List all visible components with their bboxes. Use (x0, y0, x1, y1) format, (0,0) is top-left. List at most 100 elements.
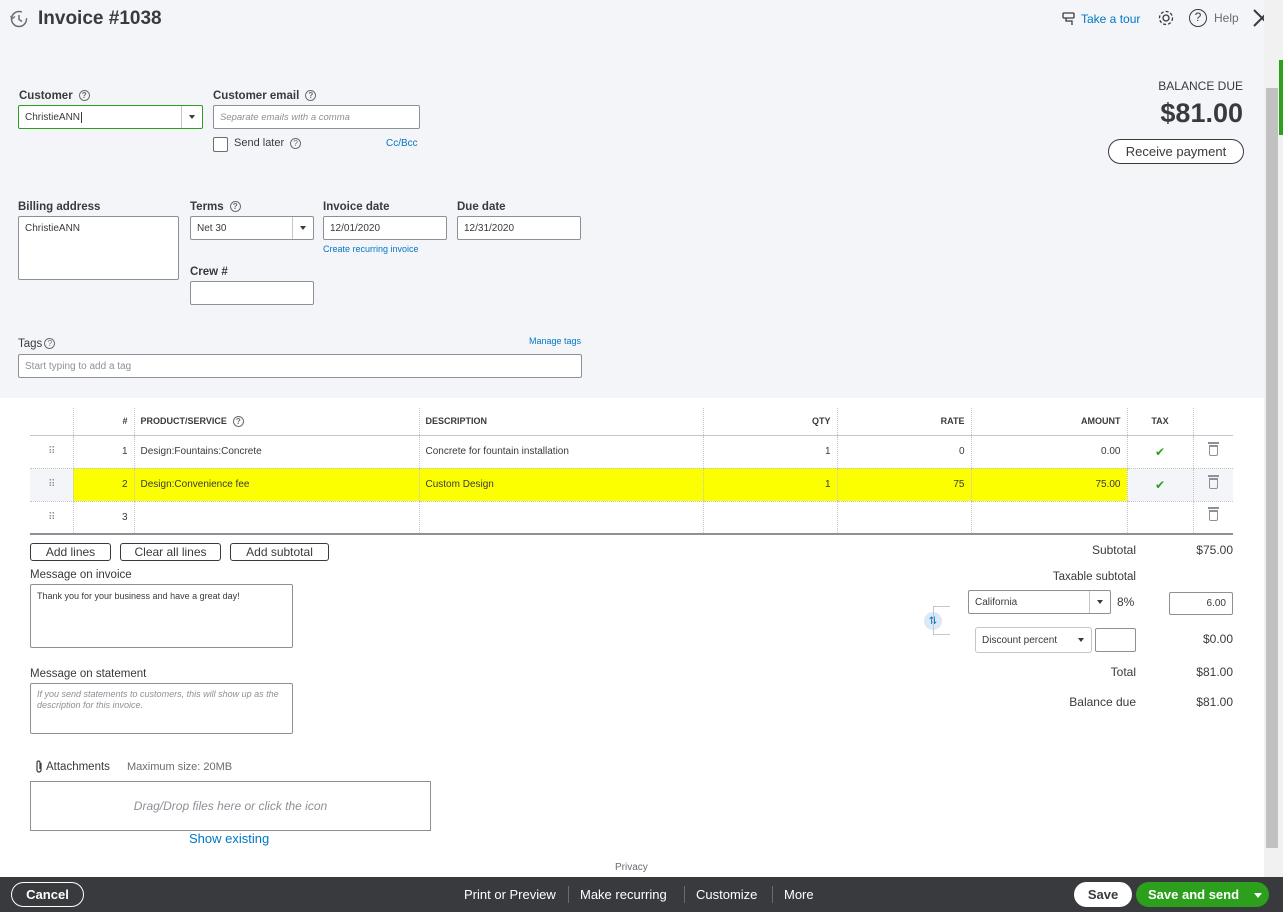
drag-handle-icon[interactable]: ⠿ (30, 435, 73, 469)
scrollbar-thumb[interactable] (1266, 88, 1278, 848)
paperclip-icon (34, 760, 44, 774)
chevron-down-icon[interactable] (1070, 628, 1091, 652)
save-and-send-button[interactable]: Save and send (1136, 882, 1269, 907)
print-preview-button[interactable]: Print or Preview (464, 877, 556, 912)
save-label: Save (1087, 887, 1119, 902)
help-icon[interactable]: ? (1189, 9, 1207, 27)
scroll-green-marker (1279, 60, 1283, 135)
qty-cell[interactable]: 1 (702, 468, 837, 502)
invoice-date-field[interactable]: 12/01/2020 (323, 216, 447, 240)
make-recurring-button[interactable]: Make recurring (580, 877, 667, 912)
rate-cell[interactable]: 75 (836, 468, 971, 502)
qty-cell[interactable]: 1 (702, 435, 837, 469)
tax-rate: 8% (1117, 595, 1135, 609)
chevron-down-icon[interactable] (181, 106, 202, 128)
separator (684, 886, 685, 903)
product-cell[interactable]: Design:Convenience fee (133, 468, 419, 502)
amount-cell[interactable]: 75.00 (970, 468, 1127, 502)
customize-button[interactable]: Customize (696, 877, 757, 912)
customer-email-field[interactable]: Separate emails with a comma (213, 105, 420, 129)
drag-handle-icon[interactable]: ⠿ (30, 468, 73, 502)
customer-value: ChristieANN (25, 111, 81, 123)
amount-cell[interactable] (970, 501, 1127, 535)
table-row[interactable]: ⠿ 3 (30, 501, 1233, 535)
chevron-down-icon[interactable] (1254, 893, 1262, 898)
tax-region-select[interactable]: California (968, 590, 1111, 614)
more-button[interactable]: More (784, 877, 814, 912)
tags-placeholder: Start typing to add a tag (25, 360, 132, 372)
tags-label-text: Tags (18, 338, 43, 350)
checkmark-icon: ✔ (1154, 444, 1166, 459)
clear-all-lines-button[interactable]: Clear all lines (120, 543, 221, 561)
create-recurring-link[interactable]: Create recurring invoice (323, 244, 419, 254)
discount-value-field[interactable] (1095, 628, 1136, 652)
attachments-label: Attachments (46, 761, 110, 773)
billing-address-field[interactable]: ChristieANN (18, 216, 179, 280)
total-value: $81.00 (1196, 665, 1233, 679)
due-date-field[interactable]: 12/31/2020 (457, 216, 581, 240)
help-icon[interactable]: ? (305, 90, 317, 102)
receive-payment-button[interactable]: Receive payment (1108, 139, 1244, 164)
customer-email-label: Customer email? (213, 90, 317, 102)
gear-icon[interactable] (1157, 9, 1175, 27)
cancel-button[interactable]: Cancel (11, 882, 84, 907)
customer-label-text: Customer (19, 90, 73, 102)
rate-cell[interactable] (836, 501, 971, 535)
privacy-link[interactable]: Privacy (615, 862, 648, 873)
message-statement-label: Message on statement (30, 668, 147, 680)
product-cell[interactable] (133, 501, 419, 535)
message-invoice-value: Thank you for your business and have a g… (37, 591, 240, 601)
tax-checkbox[interactable]: ✔ (1126, 468, 1193, 502)
message-invoice-field[interactable]: Thank you for your business and have a g… (30, 584, 293, 648)
show-existing-link[interactable]: Show existing (189, 831, 269, 846)
amount-cell[interactable]: 0.00 (970, 435, 1127, 469)
cc-bcc-link[interactable]: Cc/Bcc (386, 138, 418, 149)
product-cell[interactable]: Design:Fountains:Concrete (133, 435, 419, 469)
description-cell[interactable]: Concrete for fountain installation (418, 435, 703, 469)
add-lines-button[interactable]: Add lines (30, 543, 111, 561)
table-row[interactable]: ⠿ 1 Design:Fountains:Concrete Concrete f… (30, 435, 1233, 469)
cancel-label: Cancel (26, 887, 69, 902)
delete-line-button[interactable] (1192, 501, 1233, 535)
delete-line-button[interactable] (1192, 468, 1233, 502)
qty-cell[interactable] (702, 501, 837, 535)
crew-field[interactable] (190, 281, 314, 305)
help-icon[interactable]: ? (229, 201, 241, 213)
help-icon[interactable]: ? (44, 338, 56, 350)
page-title: Invoice #1038 (38, 8, 162, 29)
table-row[interactable]: ⠿ 2 Design:Convenience fee Custom Design… (30, 468, 1233, 502)
balance-due-amount: $81.00 (1160, 98, 1243, 128)
take-tour-link[interactable]: Take a tour (1081, 12, 1140, 26)
description-cell[interactable] (418, 501, 703, 535)
customer-select[interactable]: ChristieANN (18, 105, 203, 129)
tags-input[interactable]: Start typing to add a tag (18, 354, 582, 378)
save-button[interactable]: Save (1074, 882, 1132, 907)
customer-label: Customer? (19, 90, 90, 102)
help-icon[interactable]: ? (290, 137, 302, 149)
send-later-checkbox[interactable] (213, 137, 228, 152)
history-icon[interactable] (9, 9, 29, 29)
manage-tags-link[interactable]: Manage tags (529, 336, 581, 346)
description-cell[interactable]: Custom Design (418, 468, 703, 502)
drag-handle-icon[interactable]: ⠿ (30, 501, 73, 535)
column-header-rate: RATE (836, 408, 971, 436)
help-icon[interactable]: ? (232, 415, 244, 427)
tour-icon[interactable] (1061, 11, 1077, 27)
tax-checkbox[interactable] (1126, 501, 1193, 535)
terms-select[interactable]: Net 30 (190, 216, 314, 240)
discount-type-select[interactable]: Discount percent (976, 628, 1091, 652)
balance-due-label: BALANCE DUE (1158, 79, 1243, 93)
help-link[interactable]: Help (1214, 11, 1239, 25)
tax-amount-field[interactable]: 6.00 (1169, 592, 1233, 615)
message-statement-field[interactable]: If you send statements to customers, thi… (30, 683, 293, 734)
chevron-down-icon[interactable] (292, 217, 313, 239)
chevron-down-icon[interactable] (1089, 591, 1110, 613)
attachments-dropzone[interactable]: Drag/Drop files here or click the icon (30, 781, 431, 831)
rate-cell[interactable]: 0 (836, 435, 971, 469)
column-header-product: PRODUCT/SERVICE? (133, 408, 419, 436)
add-subtotal-button[interactable]: Add subtotal (230, 543, 329, 561)
tax-checkbox[interactable]: ✔ (1126, 435, 1193, 469)
delete-line-button[interactable] (1192, 435, 1233, 469)
balance-due-row-value: $81.00 (1196, 695, 1233, 709)
help-icon[interactable]: ? (78, 90, 90, 102)
